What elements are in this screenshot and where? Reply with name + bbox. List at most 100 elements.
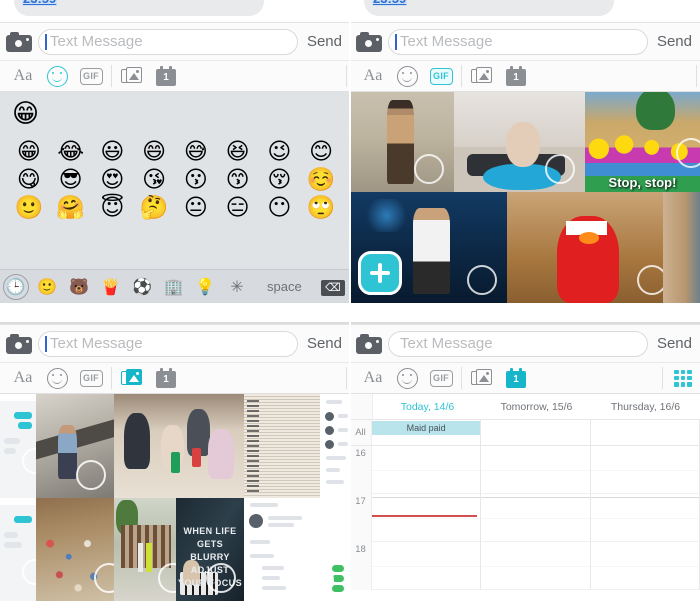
photo-select-reticle[interactable]: [206, 563, 236, 593]
text-format-button-br[interactable]: Aa: [356, 362, 390, 394]
photo-item-chat-screenshot-left-2[interactable]: [0, 498, 36, 601]
camera-icon[interactable]: [356, 31, 382, 53]
calendar-slot[interactable]: [372, 542, 481, 590]
emoji-cell[interactable]: 😙: [217, 166, 259, 194]
photos-button-bl[interactable]: [115, 362, 149, 394]
calendar-slot[interactable]: [372, 446, 481, 494]
emoji-button-tl[interactable]: [40, 60, 74, 92]
emoji-button-tr[interactable]: [390, 60, 424, 92]
gif-item-wall-partial[interactable]: [663, 192, 700, 303]
emoji-cell[interactable]: 😐: [175, 194, 217, 222]
emoji-cell[interactable]: 😘: [133, 166, 175, 194]
camera-icon[interactable]: [6, 333, 32, 355]
gif-item-elmo[interactable]: [507, 192, 663, 303]
emoji-cell[interactable]: 🙂: [8, 194, 50, 222]
emoji-category-recent[interactable]: 🕒: [0, 277, 32, 296]
emoji-category-animals[interactable]: 🐻: [63, 277, 95, 296]
emoji-cell[interactable]: 🤔: [133, 194, 175, 222]
message-input-br[interactable]: Text Message: [388, 331, 648, 357]
photo-item-chat-screenshot-left[interactable]: [0, 394, 36, 498]
emoji-category-smileys[interactable]: 🙂: [32, 277, 64, 296]
emoji-cell[interactable]: 🤗: [50, 194, 92, 222]
photo-item-escalator[interactable]: [36, 394, 114, 498]
calendar-allday-cell-tomorrow[interactable]: [481, 420, 590, 445]
grid-view-button[interactable]: [666, 362, 700, 394]
calendar-button-bl[interactable]: 1: [149, 362, 183, 394]
calendar-slot[interactable]: [591, 542, 700, 590]
emoji-cell[interactable]: 😁: [8, 138, 50, 166]
send-button-bl[interactable]: Send: [307, 335, 342, 352]
emoji-category-activity[interactable]: ⚽: [126, 277, 158, 296]
calendar-button-br[interactable]: 1: [499, 362, 533, 394]
calendar-slot[interactable]: [481, 542, 590, 590]
send-button-tl[interactable]: Send: [307, 33, 342, 50]
photo-item-piano-quote[interactable]: WHEN LIFE GETS BLURRY ADJUST YOUR FOCUS: [176, 498, 244, 601]
add-gif-button[interactable]: [358, 251, 402, 295]
text-format-button-tr[interactable]: Aa: [356, 60, 390, 92]
message-input-tr[interactable]: Text Message: [388, 29, 648, 55]
emoji-category-travel[interactable]: 🏢: [158, 277, 190, 296]
camera-icon[interactable]: [6, 31, 32, 53]
emoji-cell[interactable]: 😆: [217, 138, 259, 166]
gif-select-reticle[interactable]: [676, 138, 700, 168]
space-key[interactable]: space: [253, 279, 316, 294]
send-button-br[interactable]: Send: [657, 335, 692, 352]
send-button-tr[interactable]: Send: [657, 33, 692, 50]
emoji-cell[interactable]: 😑: [217, 194, 259, 222]
emoji-cell[interactable]: 😶: [259, 194, 301, 222]
emoji-cell[interactable]: 🙄: [300, 194, 342, 222]
photo-item-chat-screenshot-right[interactable]: [320, 394, 350, 498]
emoji-button-br[interactable]: [390, 362, 424, 394]
calendar-slot[interactable]: [481, 494, 590, 542]
calendar-day-header-today[interactable]: Today, 14/6: [373, 401, 482, 413]
backspace-key[interactable]: ⌫: [316, 278, 350, 296]
emoji-recent-item[interactable]: 😁: [12, 99, 39, 129]
calendar-button-tr[interactable]: 1: [499, 60, 533, 92]
gif-select-reticle[interactable]: [414, 154, 444, 184]
calendar-event-maid-paid[interactable]: Maid paid: [372, 421, 480, 435]
emoji-cell[interactable]: 😊: [300, 138, 342, 166]
emoji-cell[interactable]: 😂: [50, 138, 92, 166]
photos-button-br[interactable]: [465, 362, 499, 394]
emoji-cell[interactable]: 😚: [259, 166, 301, 194]
camera-icon[interactable]: [356, 333, 382, 355]
photo-item-newspaper[interactable]: [244, 394, 320, 498]
emoji-cell[interactable]: 😉: [259, 138, 301, 166]
calendar-slot[interactable]: [591, 446, 700, 494]
emoji-cell[interactable]: 😅: [175, 138, 217, 166]
emoji-category-food[interactable]: 🍟: [95, 277, 127, 296]
message-input-tl[interactable]: Text Message: [38, 29, 298, 55]
emoji-cell[interactable]: 😄: [133, 138, 175, 166]
emoji-cell[interactable]: 😍: [92, 166, 134, 194]
calendar-allday-cell-today[interactable]: Maid paid: [372, 420, 481, 445]
text-format-button-bl[interactable]: Aa: [6, 362, 40, 394]
gif-select-reticle[interactable]: [467, 265, 497, 295]
gif-button-br[interactable]: GIF: [424, 362, 458, 394]
gif-button-bl[interactable]: GIF: [74, 362, 108, 394]
calendar-slot[interactable]: [481, 446, 590, 494]
photo-item-gate-people[interactable]: [114, 498, 176, 601]
emoji-cell[interactable]: 😇: [92, 194, 134, 222]
photo-select-reticle[interactable]: [158, 563, 176, 593]
emoji-cell[interactable]: 😋: [8, 166, 50, 194]
calendar-button-tl[interactable]: 1: [149, 60, 183, 92]
text-format-button-tl[interactable]: Aa: [6, 60, 40, 92]
gif-item-baby-on-floor[interactable]: [454, 92, 585, 192]
photo-select-reticle[interactable]: [76, 460, 106, 490]
emoji-cell[interactable]: 😎: [50, 166, 92, 194]
photos-button-tl[interactable]: [115, 60, 149, 92]
calendar-day-header-thursday[interactable]: Thursday, 16/6: [591, 401, 700, 413]
gif-button-tl[interactable]: GIF: [74, 60, 108, 92]
gif-button-tr[interactable]: GIF: [424, 60, 458, 92]
photo-item-family-floor[interactable]: [114, 394, 244, 498]
photo-item-market-aerial[interactable]: [36, 498, 114, 601]
emoji-category-objects[interactable]: 💡: [190, 277, 222, 296]
gif-item-dancing-woman[interactable]: [350, 92, 454, 192]
gif-item-stage-dancer[interactable]: [350, 192, 507, 303]
gif-select-reticle[interactable]: [637, 265, 663, 295]
gif-select-reticle[interactable]: [545, 154, 575, 184]
photo-item-settings-screenshot[interactable]: [244, 498, 350, 601]
message-input-bl[interactable]: Text Message: [38, 331, 298, 357]
emoji-cell[interactable]: 😗: [175, 166, 217, 194]
emoji-cell[interactable]: 😃: [92, 138, 134, 166]
